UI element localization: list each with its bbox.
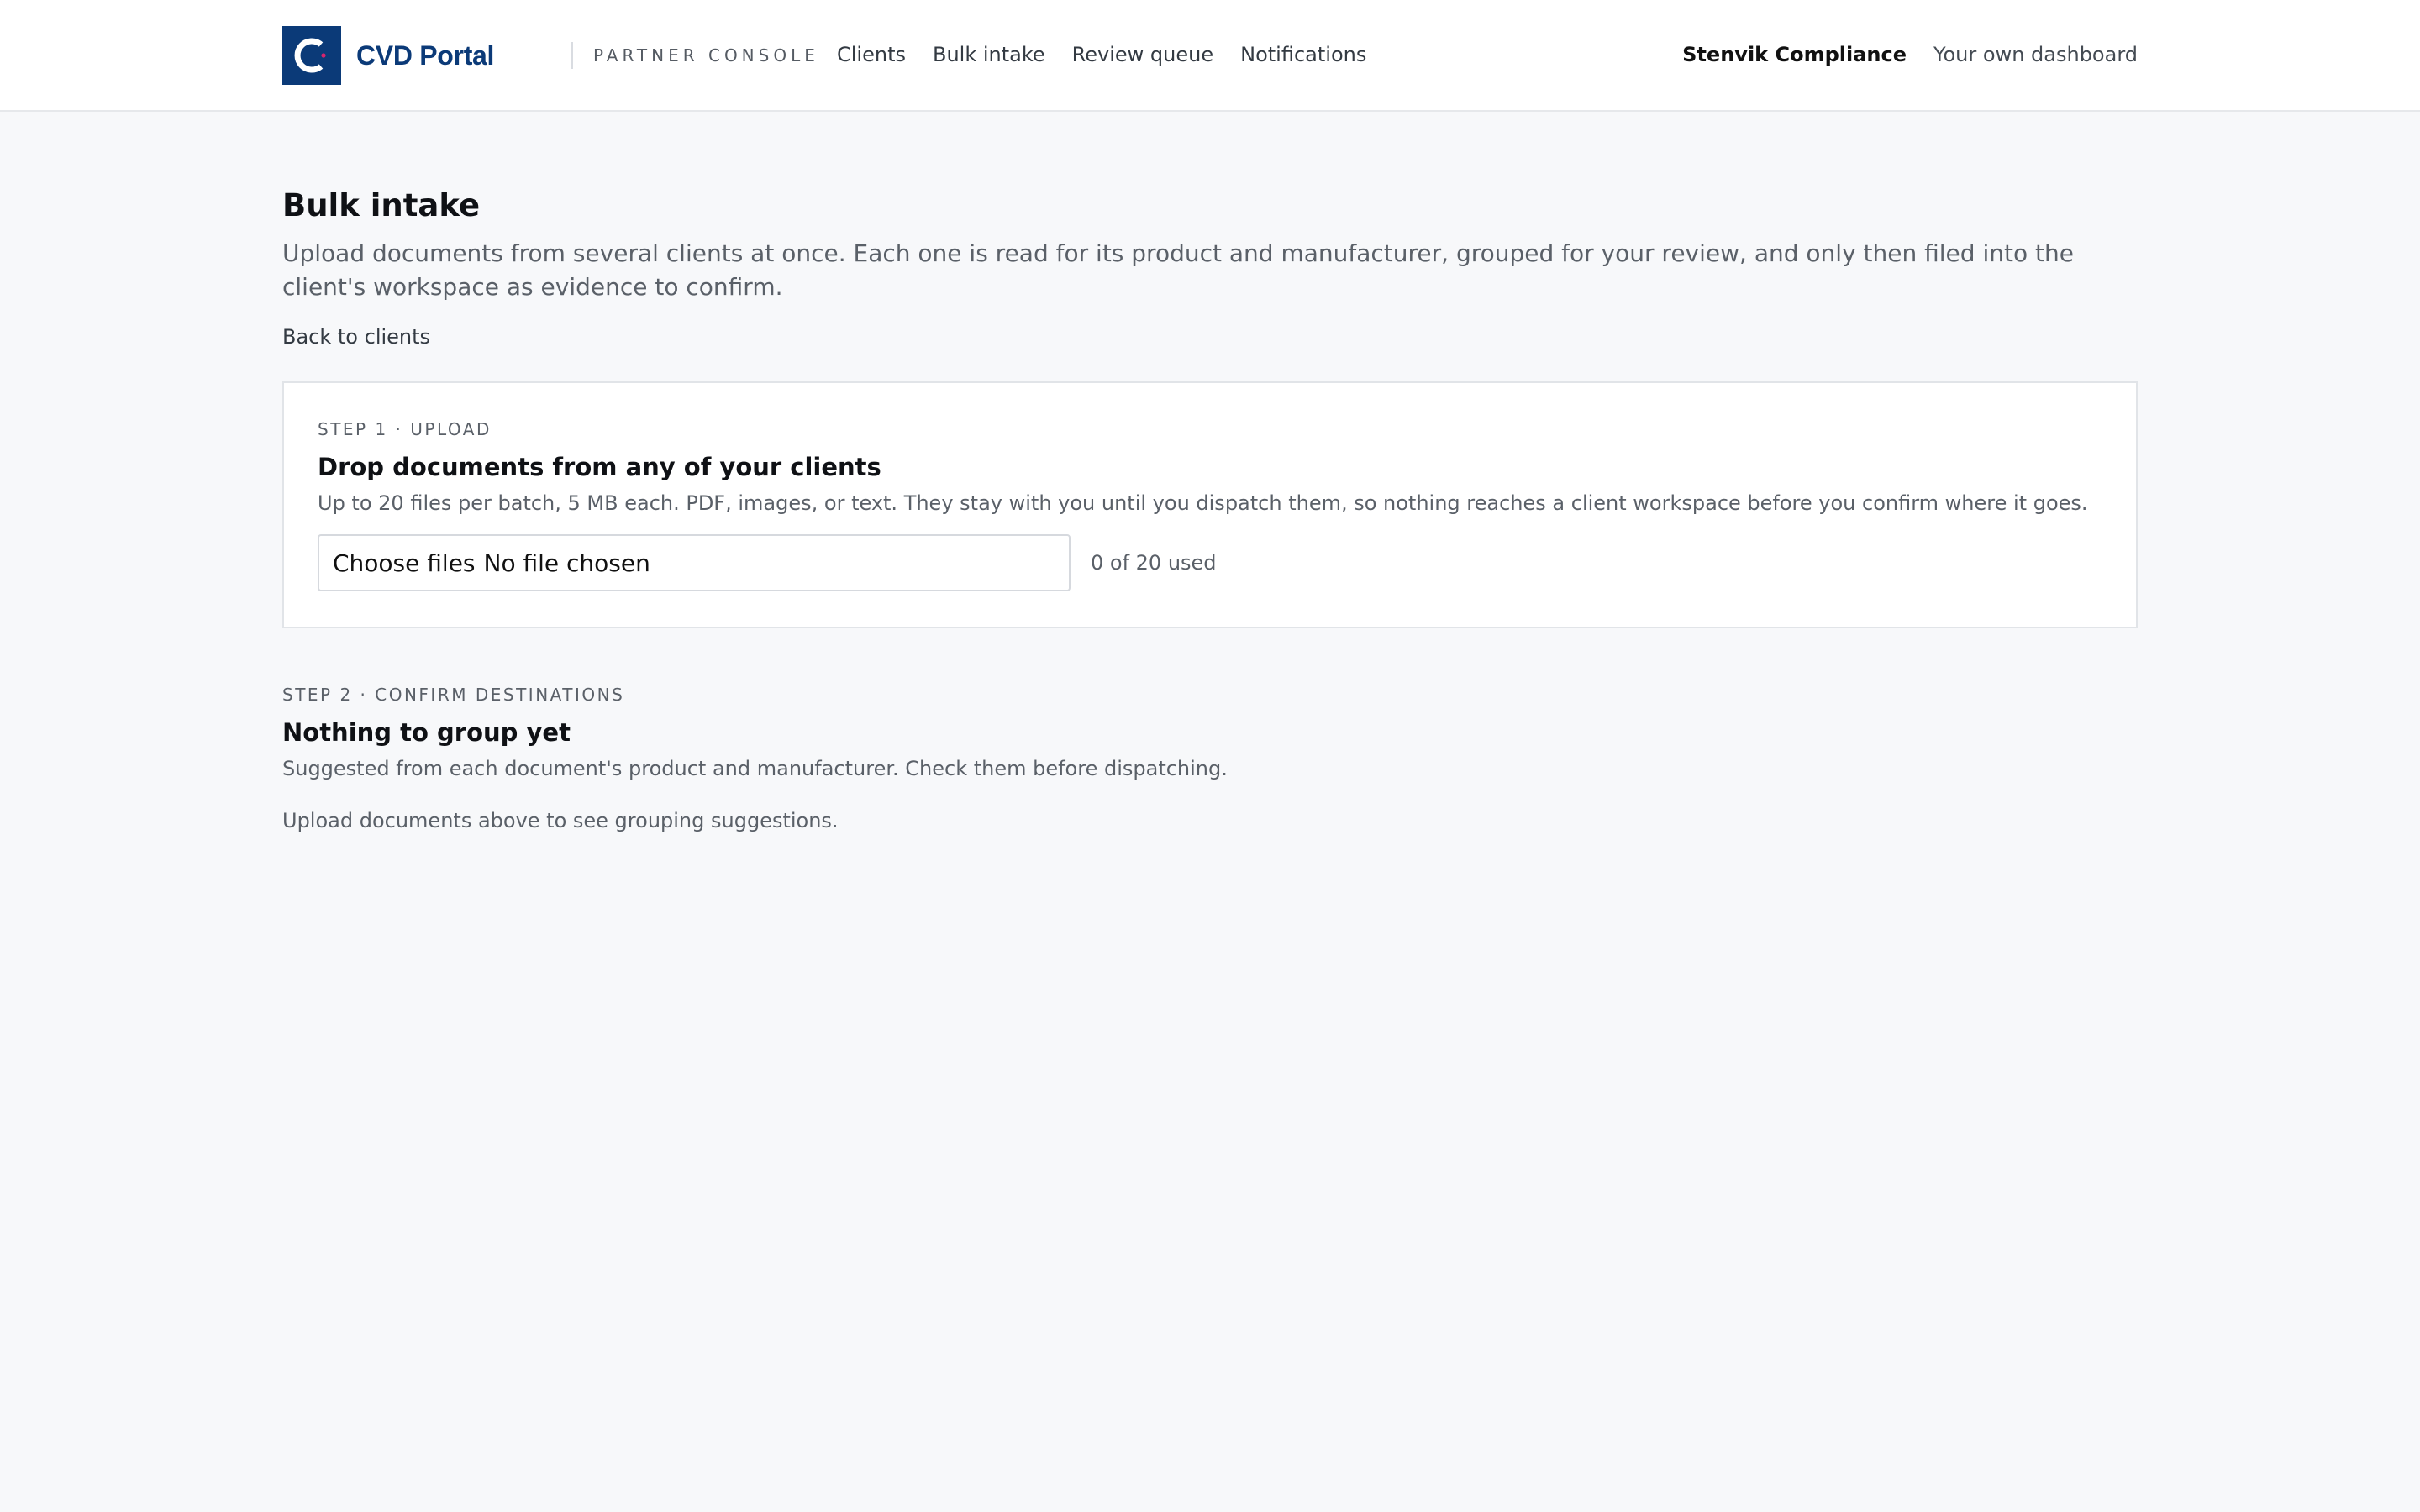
page-title: Bulk intake bbox=[282, 187, 481, 223]
file-status: No file chosen bbox=[483, 549, 650, 577]
brand-name: CVD Portal bbox=[356, 39, 495, 71]
nav-item-review-queue[interactable]: Review queue bbox=[1072, 39, 1213, 71]
nav-item-bulk-intake[interactable]: Bulk intake bbox=[933, 39, 1045, 71]
upload-step-card: STEP 1 · UPLOAD Drop documents from any … bbox=[282, 381, 2138, 628]
account-nav: Stenvik Compliance Your own dashboard bbox=[1682, 39, 2138, 71]
cvd-logo-icon bbox=[282, 26, 341, 85]
page-description: Upload documents from several clients at… bbox=[282, 239, 2074, 301]
nav-item-notifications[interactable]: Notifications bbox=[1240, 39, 1366, 71]
upload-row: Choose files No file chosen 0 of 20 used bbox=[318, 534, 2102, 591]
header-divider bbox=[571, 42, 573, 69]
confirm-destinations-section: STEP 2 · CONFIRM DESTINATIONS Nothing to… bbox=[282, 682, 2138, 835]
organization-name[interactable]: Stenvik Compliance bbox=[1682, 39, 1907, 71]
step-2-description: Suggested from each document's product a… bbox=[282, 757, 1228, 780]
main-content: Bulk intake Upload documents from severa… bbox=[282, 185, 2138, 835]
step-1-label: STEP 1 · UPLOAD bbox=[318, 419, 492, 439]
step-1-description: Up to 20 files per batch, 5 MB each. PDF… bbox=[318, 491, 2088, 515]
back-to-clients-link[interactable]: Back to clients bbox=[282, 323, 430, 351]
top-navigation-bar: CVD Portal PARTNER CONSOLE Clients Bulk … bbox=[0, 0, 2420, 112]
console-label: PARTNER CONSOLE bbox=[593, 45, 819, 66]
main-nav: Clients Bulk intake Review queue Notific… bbox=[837, 39, 1393, 71]
step-2-title: Nothing to group yet bbox=[282, 718, 571, 747]
brand-logo[interactable]: CVD Portal bbox=[282, 26, 494, 85]
file-upload-input[interactable]: Choose files No file chosen bbox=[318, 534, 1071, 591]
grouping-empty-message: Upload documents above to see grouping s… bbox=[282, 809, 839, 832]
step-1-title: Drop documents from any of your clients bbox=[318, 453, 881, 481]
nav-item-clients[interactable]: Clients bbox=[837, 39, 906, 71]
step-2-label: STEP 2 · CONFIRM DESTINATIONS bbox=[282, 685, 625, 705]
own-dashboard-link[interactable]: Your own dashboard bbox=[1933, 39, 2138, 71]
file-usage-count: 0 of 20 used bbox=[1091, 551, 1217, 575]
choose-files-button[interactable]: Choose files bbox=[333, 549, 476, 577]
